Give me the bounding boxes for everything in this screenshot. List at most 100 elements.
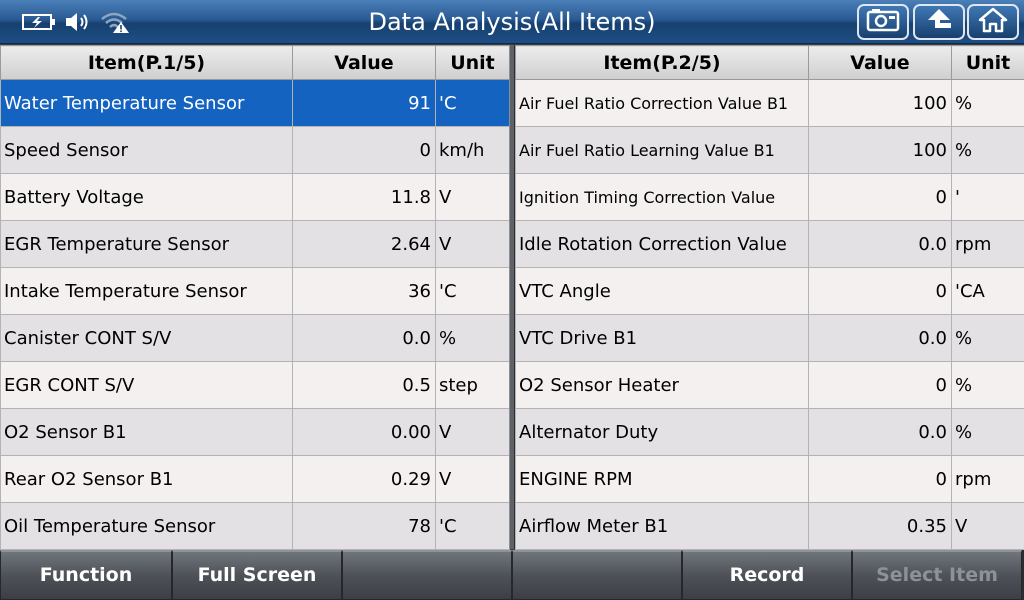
camera-icon: [866, 8, 900, 36]
item-value: 0.29: [292, 455, 436, 503]
item-value: 0.5: [292, 361, 436, 409]
table-row[interactable]: Idle Rotation Correction Value 0.0 rpm: [515, 220, 1024, 268]
item-unit: %: [951, 79, 1024, 127]
table-row[interactable]: Intake Temperature Sensor 36 'C: [0, 267, 510, 315]
table-row[interactable]: Airflow Meter B1 0.35 V: [515, 502, 1024, 550]
table-row[interactable]: Water Temperature Sensor 91 'C: [0, 79, 510, 127]
item-value: 0: [808, 267, 952, 315]
item-unit: %: [951, 314, 1024, 362]
item-value: 2.64: [292, 220, 436, 268]
item-unit: V: [435, 220, 510, 268]
item-name: Alternator Duty: [515, 408, 809, 456]
table-row[interactable]: Air Fuel Ratio Correction Value B1 100 %: [515, 79, 1024, 127]
back-button[interactable]: [913, 4, 965, 40]
item-unit: V: [951, 502, 1024, 550]
item-unit: V: [435, 408, 510, 456]
table-row[interactable]: VTC Angle 0 'CA: [515, 267, 1024, 315]
item-unit: %: [951, 408, 1024, 456]
item-value: 0: [808, 455, 952, 503]
item-unit: 'C: [435, 267, 510, 315]
item-name: EGR Temperature Sensor: [0, 220, 293, 268]
item-unit: V: [435, 173, 510, 221]
item-unit: ': [951, 173, 1024, 221]
column-header-item[interactable]: Item(P.1/5): [0, 45, 293, 80]
table-row[interactable]: EGR Temperature Sensor 2.64 V: [0, 220, 510, 268]
select-item-button[interactable]: Select Item: [852, 550, 1022, 600]
table-row[interactable]: Canister CONT S/V 0.0 %: [0, 314, 510, 362]
item-name: Speed Sensor: [0, 126, 293, 174]
item-value: 0.35: [808, 502, 952, 550]
title-bar: Data Analysis(All Items): [0, 0, 1024, 44]
right-data-table: Item(P.2/5) Value Unit Air Fuel Ratio Co…: [515, 45, 1024, 550]
table-row[interactable]: Ignition Timing Correction Value 0 ': [515, 173, 1024, 221]
column-header-unit[interactable]: Unit: [435, 45, 510, 80]
item-value: 100: [808, 126, 952, 174]
item-name: EGR CONT S/V: [0, 361, 293, 409]
item-name: Oil Temperature Sensor: [0, 502, 293, 550]
item-name: Ignition Timing Correction Value: [515, 173, 809, 221]
item-value: 0.0: [808, 314, 952, 362]
table-row[interactable]: Oil Temperature Sensor 78 'C: [0, 502, 510, 550]
item-value: 0: [808, 173, 952, 221]
table-row[interactable]: O2 Sensor Heater 0 %: [515, 361, 1024, 409]
item-value: 78: [292, 502, 436, 550]
table-row[interactable]: Battery Voltage 11.8 V: [0, 173, 510, 221]
item-name: Water Temperature Sensor: [0, 79, 293, 127]
table-row[interactable]: O2 Sensor B1 0.00 V: [0, 408, 510, 456]
bottom-toolbar: Function Full Screen Record Select Item: [0, 550, 1024, 600]
full-screen-button[interactable]: Full Screen: [172, 550, 342, 600]
item-name: Canister CONT S/V: [0, 314, 293, 362]
item-value: 0.0: [292, 314, 436, 362]
item-name: Air Fuel Ratio Correction Value B1: [515, 79, 809, 127]
item-name: ENGINE RPM: [515, 455, 809, 503]
item-unit: rpm: [951, 455, 1024, 503]
table-row[interactable]: ENGINE RPM 0 rpm: [515, 455, 1024, 503]
item-name: VTC Angle: [515, 267, 809, 315]
left-data-table: Item(P.1/5) Value Unit Water Temperature…: [0, 45, 510, 550]
table-row[interactable]: VTC Drive B1 0.0 %: [515, 314, 1024, 362]
item-name: Airflow Meter B1: [515, 502, 809, 550]
table-row[interactable]: Speed Sensor 0 km/h: [0, 126, 510, 174]
column-header-item[interactable]: Item(P.2/5): [515, 45, 809, 80]
item-unit: rpm: [951, 220, 1024, 268]
table-header: Item(P.1/5) Value Unit: [0, 45, 510, 80]
screenshot-button[interactable]: [857, 4, 909, 40]
item-unit: step: [435, 361, 510, 409]
item-unit: V: [435, 455, 510, 503]
item-value: 0: [292, 126, 436, 174]
item-value: 91: [292, 79, 436, 127]
blank-button-1[interactable]: [342, 550, 512, 600]
item-unit: 'CA: [951, 267, 1024, 315]
item-unit: 'C: [435, 79, 510, 127]
column-header-value[interactable]: Value: [292, 45, 436, 80]
item-value: 0.0: [808, 408, 952, 456]
item-value: 100: [808, 79, 952, 127]
item-name: Air Fuel Ratio Learning Value B1: [515, 126, 809, 174]
item-name: O2 Sensor Heater: [515, 361, 809, 409]
item-name: Battery Voltage: [0, 173, 293, 221]
item-value: 11.8: [292, 173, 436, 221]
table-row[interactable]: Air Fuel Ratio Learning Value B1 100 %: [515, 126, 1024, 174]
column-header-unit[interactable]: Unit: [951, 45, 1024, 80]
item-value: 0.0: [808, 220, 952, 268]
back-arrow-icon: [924, 7, 954, 37]
item-name: Idle Rotation Correction Value: [515, 220, 809, 268]
item-name: Intake Temperature Sensor: [0, 267, 293, 315]
table-header: Item(P.2/5) Value Unit: [515, 45, 1024, 80]
item-value: 0: [808, 361, 952, 409]
item-value: 36: [292, 267, 436, 315]
function-button[interactable]: Function: [0, 550, 172, 600]
blank-button-2[interactable]: [512, 550, 682, 600]
item-unit: %: [951, 126, 1024, 174]
column-header-value[interactable]: Value: [808, 45, 952, 80]
item-name: Rear O2 Sensor B1: [0, 455, 293, 503]
item-name: VTC Drive B1: [515, 314, 809, 362]
table-row[interactable]: Rear O2 Sensor B1 0.29 V: [0, 455, 510, 503]
item-value: 0.00: [292, 408, 436, 456]
table-row[interactable]: Alternator Duty 0.0 %: [515, 408, 1024, 456]
item-unit: %: [951, 361, 1024, 409]
table-row[interactable]: EGR CONT S/V 0.5 step: [0, 361, 510, 409]
record-button[interactable]: Record: [682, 550, 852, 600]
home-button[interactable]: [967, 4, 1019, 40]
item-name: O2 Sensor B1: [0, 408, 293, 456]
